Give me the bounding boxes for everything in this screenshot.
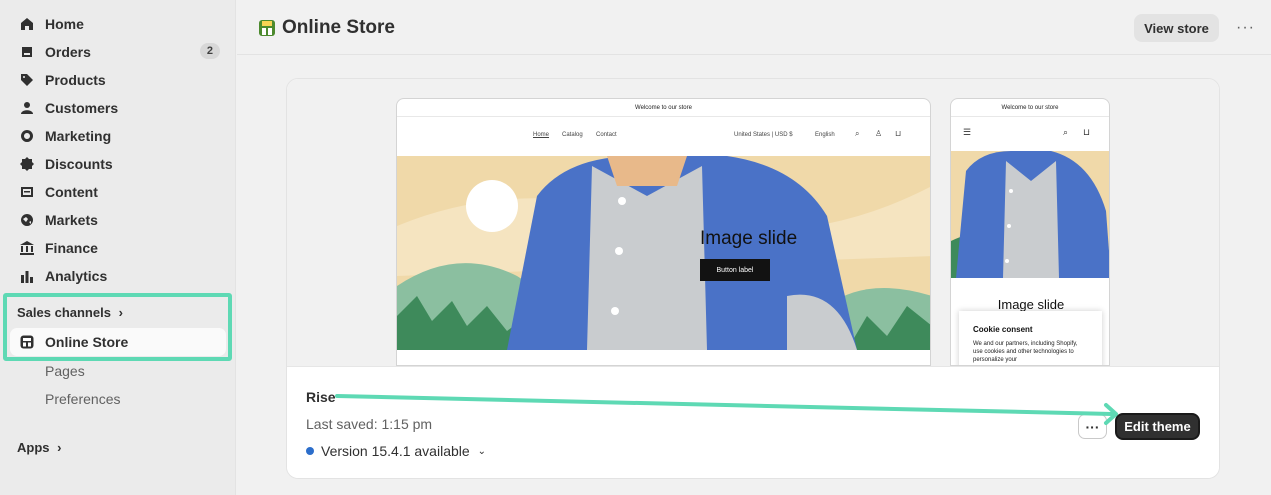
content-icon (20, 185, 34, 199)
sidebar: Home Orders 2 Products Customers Marketi… (0, 0, 236, 495)
hero-heading: Image slide (700, 228, 798, 249)
sidebar-item-pages[interactable]: Pages (45, 363, 85, 379)
sidebar-item-orders[interactable]: Orders 2 (10, 38, 226, 66)
apps-header[interactable]: Apps › (17, 440, 61, 455)
home-icon (20, 17, 34, 31)
account-icon: ♙ (875, 129, 883, 138)
theme-info: Rise Last saved: 1:15 pm Version 15.4.1 … (287, 366, 1219, 478)
mobile-hero-image (951, 151, 1109, 278)
apps-label: Apps (17, 440, 50, 455)
sidebar-item-label: Products (45, 72, 106, 88)
preview-nav-contact: Contact (596, 132, 617, 138)
view-store-button[interactable]: View store (1134, 14, 1219, 42)
theme-card: Welcome to our store Home Catalog Contac… (286, 78, 1220, 479)
online-store-logo-icon (258, 19, 276, 37)
mobile-nav: ☰ ⌕ ⊔ (951, 117, 1109, 151)
tag-icon (20, 73, 34, 87)
theme-more-button[interactable]: ··· (1078, 414, 1107, 439)
theme-preview[interactable]: Welcome to our store Home Catalog Contac… (287, 79, 1219, 366)
preview-nav-home: Home (533, 132, 550, 138)
cookie-title: Cookie consent (973, 325, 1033, 334)
search-icon: ⌕ (855, 129, 860, 138)
sidebar-item-label: Customers (45, 100, 119, 116)
version-label: Version 15.4.1 available (321, 443, 470, 459)
mobile-hero-heading: Image slide (997, 297, 1065, 312)
globe-icon (20, 213, 34, 227)
person-icon (20, 101, 34, 115)
chevron-right-icon: › (57, 440, 62, 455)
search-icon: ⌕ (1063, 127, 1069, 137)
last-saved: Last saved: 1:15 pm (306, 416, 433, 432)
preview-locale: United States | USD $ (734, 132, 793, 138)
orders-count-badge: 2 (199, 43, 220, 59)
sidebar-item-finance[interactable]: Finance (10, 234, 226, 262)
preview-nav-catalog: Catalog (562, 132, 583, 138)
announcement-bar: Welcome to our store (397, 99, 930, 117)
target-icon (20, 129, 34, 143)
sidebar-item-products[interactable]: Products (10, 66, 226, 94)
status-dot (306, 447, 314, 455)
sidebar-item-customers[interactable]: Customers (10, 94, 226, 122)
sidebar-item-label: Markets (45, 212, 98, 228)
mobile-announcement-bar: Welcome to our store (951, 99, 1109, 117)
cart-icon: ⊔ (1083, 127, 1091, 137)
sidebar-item-label: Discounts (45, 156, 113, 172)
sidebar-item-label: Home (45, 16, 84, 32)
sidebar-item-content[interactable]: Content (10, 178, 226, 206)
sidebar-item-preferences[interactable]: Preferences (45, 391, 120, 407)
version-dropdown[interactable]: Version 15.4.1 available ⌄ (306, 443, 486, 459)
page-title-text: Online Store (282, 17, 395, 38)
highlight-box (3, 293, 232, 361)
sidebar-item-label: Content (45, 184, 98, 200)
edit-theme-button[interactable]: Edit theme (1115, 413, 1200, 440)
discount-icon (20, 157, 34, 171)
chart-icon (20, 269, 34, 283)
desktop-preview: Welcome to our store Home Catalog Contac… (396, 98, 931, 366)
cookie-text: We and our partners, including Shopify, … (973, 341, 1078, 363)
theme-name: Rise (306, 389, 336, 405)
more-actions-icon[interactable]: ··· (1236, 19, 1255, 37)
sidebar-item-marketing[interactable]: Marketing (10, 122, 226, 150)
sidebar-item-discounts[interactable]: Discounts (10, 150, 226, 178)
sidebar-item-label: Orders (45, 44, 91, 60)
chevron-down-icon: ⌄ (477, 445, 487, 457)
sidebar-item-label: Marketing (45, 128, 112, 144)
sidebar-item-analytics[interactable]: Analytics (10, 262, 226, 290)
mobile-preview: Welcome to our store ☰ ⌕ ⊔ Image slide C… (950, 98, 1110, 366)
cart-icon: ⊔ (895, 129, 902, 138)
hero-button: Button label (700, 259, 770, 281)
bank-icon (20, 241, 34, 255)
hero-image (397, 156, 930, 350)
sidebar-item-label: Finance (45, 240, 98, 256)
page-title: Online Store (258, 17, 395, 39)
sidebar-item-label: Analytics (45, 268, 108, 284)
menu-icon: ☰ (963, 127, 972, 137)
sidebar-item-home[interactable]: Home (10, 10, 226, 38)
orders-icon (20, 45, 34, 59)
sidebar-item-markets[interactable]: Markets (10, 206, 226, 234)
cookie-consent: Cookie consent We and our partners, incl… (959, 311, 1102, 365)
preview-language: English (815, 132, 835, 138)
preview-nav: Home Catalog Contact United States | USD… (397, 117, 930, 154)
